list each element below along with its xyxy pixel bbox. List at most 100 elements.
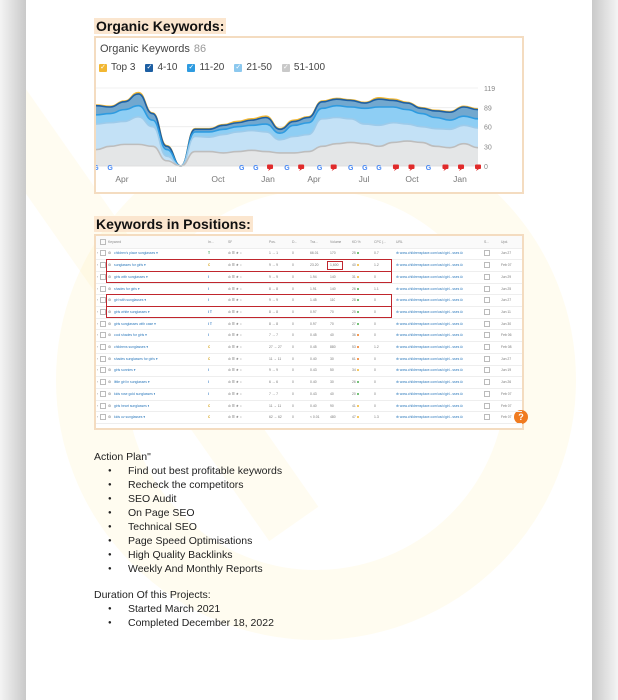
checkbox-icon[interactable]: ✓: [99, 63, 107, 72]
checkbox-icon[interactable]: ✓: [234, 63, 243, 72]
expand-icon[interactable]: ›: [97, 275, 98, 279]
row-checkbox[interactable]: [100, 367, 106, 374]
expand-icon[interactable]: ›: [97, 392, 98, 396]
column-header-sf[interactable]: SF: [228, 240, 232, 244]
keyword-settings-icon[interactable]: ⚙: [108, 404, 111, 408]
keyword-link[interactable]: cool shades for girls ▾: [114, 333, 147, 337]
checkbox-icon[interactable]: ✓: [145, 63, 154, 72]
expand-icon[interactable]: ›: [97, 298, 98, 302]
row-checkbox[interactable]: [100, 285, 106, 292]
note-icon[interactable]: [392, 164, 399, 172]
serp-snapshot-icon[interactable]: [484, 297, 490, 304]
serp-snapshot-icon[interactable]: [484, 367, 490, 374]
keyword-settings-icon[interactable]: ⚙: [108, 392, 111, 396]
expand-icon[interactable]: ›: [97, 251, 98, 255]
note-icon[interactable]: [408, 164, 415, 172]
keyword-settings-icon[interactable]: ⚙: [108, 415, 111, 419]
url-link[interactable]: ⊕ www.childrensplace.com/us/c/girl...sse…: [396, 275, 463, 279]
url-link[interactable]: ⊕ www.childrensplace.com/us/c/girl...sse…: [396, 368, 463, 372]
note-icon[interactable]: [458, 164, 465, 172]
table-row[interactable]: › ⚙ little girl in sunglasses ▾ I ⊘ ☰ ★ ○ 6 →…: [96, 376, 522, 389]
keyword-link[interactable]: girls sunnies ▾: [114, 368, 136, 372]
keyword-settings-icon[interactable]: ⚙: [108, 251, 111, 255]
expand-icon[interactable]: ›: [97, 415, 98, 419]
expand-icon[interactable]: ›: [97, 287, 98, 291]
legend-item-top-3[interactable]: ✓ Top 3: [99, 62, 135, 73]
note-icon[interactable]: [267, 164, 274, 172]
google-update-icon[interactable]: G: [376, 165, 382, 172]
expand-icon[interactable]: ›: [97, 404, 98, 408]
url-link[interactable]: ⊕ www.childrensplace.com/us/c/girl...sse…: [396, 322, 463, 326]
google-update-icon[interactable]: G: [317, 165, 323, 172]
table-row[interactable]: › ⚙ girls heart sunglasses ▾ C ⊘ ☰ ★ ○ 11 → 1…: [96, 400, 522, 413]
keyword-settings-icon[interactable]: ⚙: [108, 322, 111, 326]
row-checkbox[interactable]: [100, 344, 106, 351]
legend-item-21-50[interactable]: ✓ 21-50: [234, 62, 272, 73]
row-checkbox[interactable]: [100, 390, 106, 397]
column-header-upd-[interactable]: Upd.: [501, 240, 508, 244]
keyword-settings-icon[interactable]: ⚙: [108, 368, 111, 372]
keyword-link[interactable]: girls sunglasses with case ▾: [114, 322, 156, 326]
column-header-kd-[interactable]: KD %: [352, 240, 361, 244]
keyword-settings-icon[interactable]: ⚙: [108, 333, 111, 337]
expand-icon[interactable]: ›: [97, 368, 98, 372]
keyword-link[interactable]: shades for girls ▾: [114, 287, 140, 291]
row-checkbox[interactable]: [100, 402, 106, 409]
keyword-link[interactable]: kids rose gold sunglasses ▾: [114, 392, 155, 396]
serp-snapshot-icon[interactable]: [484, 355, 490, 362]
expand-icon[interactable]: ›: [97, 263, 98, 267]
serp-snapshot-icon[interactable]: [484, 250, 490, 257]
keyword-settings-icon[interactable]: ⚙: [108, 380, 111, 384]
serp-snapshot-icon[interactable]: [484, 285, 490, 292]
expand-icon[interactable]: ›: [97, 380, 98, 384]
serp-snapshot-icon[interactable]: [484, 402, 490, 409]
row-checkbox[interactable]: [100, 355, 106, 362]
keyword-link[interactable]: children's place sunglasses ▾: [114, 251, 158, 255]
url-link[interactable]: ⊕ www.childrensplace.com/us/c/girl...sse…: [396, 310, 463, 314]
google-update-icon[interactable]: G: [348, 165, 354, 172]
url-link[interactable]: ⊕ www.childrensplace.com/us/c/girl...sse…: [396, 404, 463, 408]
serp-snapshot-icon[interactable]: [484, 414, 490, 421]
select-all-checkbox[interactable]: [100, 238, 106, 245]
keyword-link[interactable]: childrens sunglasses ▾: [114, 345, 148, 349]
url-link[interactable]: ⊕ www.childrensplace.com/us/c/girl...sse…: [396, 357, 463, 361]
keyword-link[interactable]: little girl in sunglasses ▾: [114, 380, 150, 384]
column-header-in-[interactable]: In...: [208, 240, 214, 244]
legend-item-4-10[interactable]: ✓ 4-10: [145, 62, 177, 73]
google-update-icon[interactable]: G: [107, 165, 113, 172]
url-link[interactable]: ⊕ www.childrensplace.com/us/c/girl...sse…: [396, 251, 463, 255]
row-checkbox[interactable]: [100, 414, 106, 421]
row-checkbox[interactable]: [100, 250, 106, 257]
keyword-settings-icon[interactable]: ⚙: [108, 357, 111, 361]
google-update-icon[interactable]: G: [253, 165, 259, 172]
google-update-icon[interactable]: G: [284, 165, 290, 172]
url-link[interactable]: ⊕ www.childrensplace.com/us/c/girl...sse…: [396, 333, 463, 337]
keyword-link[interactable]: shades sunglasses for girls ▾: [114, 357, 158, 361]
column-header-volume[interactable]: Volume: [330, 240, 341, 244]
note-icon[interactable]: [442, 164, 449, 172]
url-link[interactable]: ⊕ www.childrensplace.com/us/c/girl...sse…: [396, 298, 463, 302]
column-header-tra-[interactable]: Tra...: [310, 240, 318, 244]
keyword-settings-icon[interactable]: ⚙: [108, 287, 111, 291]
url-link[interactable]: ⊕ www.childrensplace.com/us/c/girl...sse…: [396, 380, 463, 384]
url-link[interactable]: ⊕ www.childrensplace.com/us/c/girl...sse…: [396, 345, 463, 349]
expand-icon[interactable]: ›: [97, 322, 98, 326]
column-header-keyword[interactable]: Keyword: [108, 240, 121, 244]
keyword-link[interactable]: kids uv sunglasses ▾: [114, 415, 145, 419]
checkbox-icon[interactable]: ✓: [281, 63, 290, 72]
serp-snapshot-icon[interactable]: [484, 262, 490, 269]
legend-item-11-20[interactable]: ✓ 11-20: [187, 62, 224, 73]
url-link[interactable]: ⊕ www.childrensplace.com/us/c/girl...sse…: [396, 287, 463, 291]
legend-item-51-100[interactable]: ✓ 51-100: [281, 62, 325, 73]
expand-icon[interactable]: ›: [97, 310, 98, 314]
serp-snapshot-icon[interactable]: [484, 320, 490, 327]
serp-snapshot-icon[interactable]: [484, 390, 490, 397]
note-icon[interactable]: [475, 164, 481, 172]
url-link[interactable]: ⊕ www.childrensplace.com/us/c/girl...sse…: [396, 415, 463, 419]
expand-icon[interactable]: ›: [97, 333, 98, 337]
table-row[interactable]: › ⚙ cool shades for girls ▾ I ⊘ ☰ ★ ○ 7 → 7 0 0…: [96, 330, 522, 343]
column-header-url[interactable]: URL: [396, 240, 403, 244]
google-update-icon[interactable]: G: [426, 165, 432, 172]
expand-icon[interactable]: ›: [97, 345, 98, 349]
row-checkbox[interactable]: [100, 379, 106, 386]
